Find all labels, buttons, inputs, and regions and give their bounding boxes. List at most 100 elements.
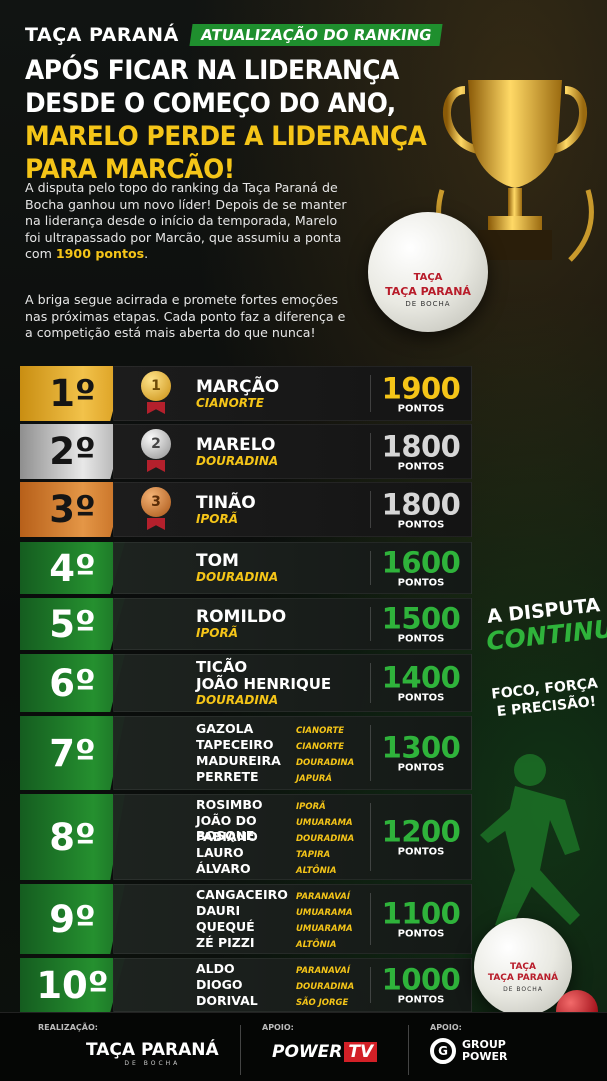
ball-logo-title: TAÇA PARANÁ xyxy=(487,973,559,983)
rank-badge: 6º xyxy=(20,654,125,712)
list-item: QUEQUÉ UMUARAMA xyxy=(196,919,353,935)
logo-sub: DE BOCHA xyxy=(124,1060,181,1067)
ranking-body: CANGACEIRO PARANAVAÍ DAURI UMUARAMA QUEQUÉ… xyxy=(113,884,472,954)
ranking-row: 4º TOM DOURADINA 1600 PONTOS xyxy=(20,542,472,594)
player: MARELO DOURADINA xyxy=(196,436,278,468)
intro-paragraph-2: A briga segue acirrada e promete fortes … xyxy=(25,292,346,340)
divider xyxy=(240,1025,241,1075)
tv-text: TV xyxy=(344,1042,378,1062)
taca-parana-logo: TAÇA PARANÁ DE BOCHA xyxy=(86,1040,219,1067)
player-name: JOÃO HENRIQUE xyxy=(196,675,332,693)
points: 1800 PONTOS xyxy=(371,489,471,530)
player-city: DOURADINA xyxy=(196,453,279,468)
ranking-row: 6º TICÃO JOÃO HENRIQUE DOURADINA 1400 PO… xyxy=(20,654,472,712)
player-name: DIOGO xyxy=(196,977,243,992)
points-value: 1300 xyxy=(381,730,461,765)
footer-apoio-2: APOIO: G GROUP POWER xyxy=(430,1023,508,1064)
points-value: 1000 xyxy=(381,962,461,997)
rank-badge: 1º xyxy=(20,366,125,421)
ranking-row: 3º 3 TINÃO IPORÃ 1800 PONTOS xyxy=(20,482,472,537)
player-name: ROSIMBO xyxy=(196,797,263,812)
player: TINÃO IPORÃ xyxy=(196,494,256,526)
points: 1400 PONTOS xyxy=(371,663,471,704)
ranking-body: TICÃO JOÃO HENRIQUE DOURADINA 1400 PONTO… xyxy=(113,654,472,712)
list-item: ZÉ PIZZI ALTÔNIA xyxy=(196,935,353,951)
player-name: TICÃO xyxy=(196,658,248,676)
divider xyxy=(408,1025,409,1075)
player-city: CIANORTE xyxy=(296,742,345,752)
medal-icon: 3 xyxy=(141,487,171,517)
ranking-body: 1 MARÇÃO CIANORTE 1900 PONTOS xyxy=(113,366,472,421)
player-name: GAZOLA xyxy=(196,721,254,736)
points-value: 1600 xyxy=(381,545,461,580)
player-name: ALDO xyxy=(196,961,235,976)
ranking-body: 3 TINÃO IPORÃ 1800 PONTOS xyxy=(113,482,472,537)
player-name: DAURI xyxy=(196,903,241,918)
player-city: ALTÔNIA xyxy=(296,940,337,950)
list-item: LAURO TAPIRA xyxy=(196,845,354,861)
ball-logo-sub: DE BOCHA xyxy=(503,986,543,993)
footer: REALIZAÇÃO: TAÇA PARANÁ DE BOCHA APOIO: … xyxy=(0,1012,607,1081)
ranking-body: ROMILDO IPORÃ 1500 PONTOS xyxy=(113,598,472,650)
list-item: MADUREIRA DOURADINA xyxy=(196,753,354,769)
player: TICÃO JOÃO HENRIQUE DOURADINA xyxy=(196,658,332,708)
ball-logo-sub: DE BOCHA xyxy=(405,300,451,308)
rank-badge: 2º xyxy=(20,424,125,479)
list-item: ROSIMBO IPORÃ xyxy=(196,797,354,813)
player-name: DORIVAL xyxy=(196,993,258,1008)
player-name: ÁLVARO xyxy=(196,861,251,876)
player-name: TAPECEIRO xyxy=(196,737,274,752)
power-text: POWER xyxy=(272,1042,343,1062)
points: 1600 PONTOS xyxy=(371,548,471,589)
player-name: MARÇÃO xyxy=(196,376,280,397)
player-city: PARANAVAÍ xyxy=(296,892,351,902)
ranking-body: ALDO PARANAVAÍ DIOGO DOURADINA DORIVAL SÃO … xyxy=(113,958,472,1012)
points-value: 1200 xyxy=(381,814,461,849)
player-city: DOURADINA xyxy=(296,834,355,844)
points: 1800 PONTOS xyxy=(371,431,471,472)
player-city: UMUARAMA xyxy=(296,818,353,828)
rank-badge: 8º xyxy=(20,794,125,880)
headline-part1: APÓS FICAR NA LIDERANÇA DESDE O COMEÇO D… xyxy=(25,55,399,119)
player: TOM DOURADINA xyxy=(196,552,278,584)
player: MARÇÃO CIANORTE xyxy=(196,378,279,410)
power-tv-logo: POWER TV xyxy=(272,1042,378,1062)
ranking-body: GAZOLA CIANORTE TAPECEIRO CIANORTE MADUREI… xyxy=(113,716,472,790)
list-item: CANGACEIRO PARANAVAÍ xyxy=(196,887,353,903)
apoio-label: APOIO: xyxy=(430,1023,462,1032)
player-name: MADUREIRA xyxy=(196,753,281,768)
player-name: QUEQUÉ xyxy=(196,919,255,934)
rank-badge: 9º xyxy=(20,884,125,954)
points-value: 1100 xyxy=(381,896,461,931)
points-value: 1400 xyxy=(381,660,461,695)
ribbon-icon xyxy=(147,460,165,472)
player-city: IPORÃ xyxy=(196,626,238,640)
rank-badge: 4º xyxy=(20,542,125,594)
points: 1300 PONTOS xyxy=(371,733,471,774)
footer-realizacao: REALIZAÇÃO: TAÇA PARANÁ DE BOCHA xyxy=(38,1023,219,1067)
ribbon-icon xyxy=(147,518,165,530)
player-city: DOURADINA xyxy=(296,758,355,768)
list-item: GAZOLA CIANORTE xyxy=(196,721,354,737)
player-city: IPORÃ xyxy=(196,511,238,526)
player-name: LAURO xyxy=(196,845,244,860)
player-name: MARELO xyxy=(196,434,276,455)
player-name: TOM xyxy=(196,551,239,571)
player-list: ROSIMBO IPORÃ JOÃO DO BOSQUE UMUARAMA FABI… xyxy=(196,797,354,877)
player-city: DOURADINA xyxy=(296,982,355,992)
ball-logo-text: TAÇA xyxy=(413,272,443,283)
logo-text: TAÇA PARANÁ xyxy=(86,1040,219,1060)
player-city: PARANAVAÍ xyxy=(296,966,351,976)
points: 1100 PONTOS xyxy=(371,899,471,940)
list-item: DORIVAL SÃO JORGE xyxy=(196,993,354,1009)
player-city: UMUARAMA xyxy=(296,924,353,934)
rank-badge: 3º xyxy=(20,482,125,537)
points: 1000 PONTOS xyxy=(371,965,471,1006)
player-city: UMUARAMA xyxy=(296,908,353,918)
player-list: ALDO PARANAVAÍ DIOGO DOURADINA DORIVAL SÃO … xyxy=(196,961,354,1009)
player-name: ZÉ PIZZI xyxy=(196,935,255,950)
ball-logo-text: TAÇA xyxy=(510,962,536,972)
footer-apoio-1: APOIO: POWER TV xyxy=(262,1023,378,1062)
player-name: CANGACEIRO xyxy=(196,887,288,902)
ranking-row: 2º 2 MARELO DOURADINA 1800 PONTOS xyxy=(20,424,472,479)
